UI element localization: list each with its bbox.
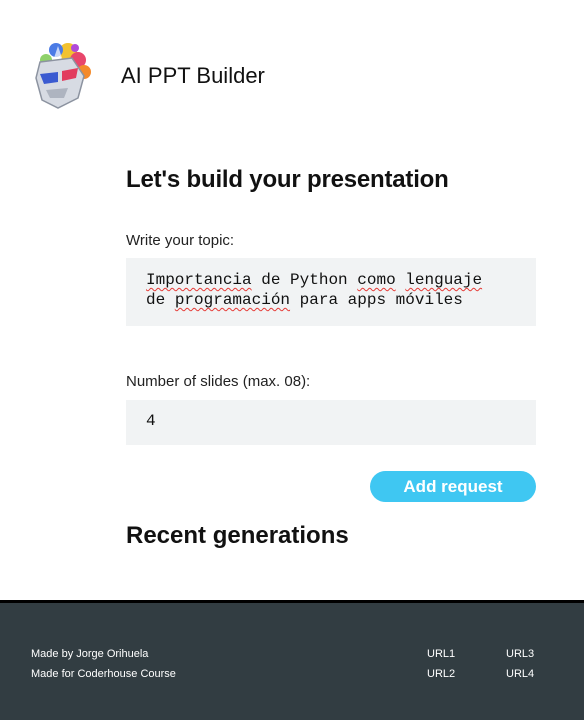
topic-word: programación (174, 291, 291, 309)
add-request-button[interactable]: Add request (370, 471, 536, 502)
app-title: AI PPT Builder (121, 63, 265, 88)
footer-link-url4[interactable]: URL4 (506, 668, 534, 680)
footer-link-url2[interactable]: URL2 (427, 668, 455, 680)
footer-link-url1[interactable]: URL1 (427, 648, 455, 660)
topic-word: para (299, 291, 339, 309)
topic-input[interactable]: Importancia de Python como lenguaje de p… (126, 258, 536, 326)
topic-label: Write your topic: (126, 232, 235, 249)
request-form: Let's build your presentation Write your… (126, 166, 536, 549)
topic-word: móviles (395, 291, 463, 309)
recent-generations-heading: Recent generations (126, 522, 349, 549)
slides-input[interactable]: 4 (126, 400, 536, 445)
colorful-mask-logo-icon (35, 43, 91, 109)
page-title: Let's build your presentation (126, 166, 449, 193)
footer: Made by Jorge Orihuela Made for Coderhou… (0, 600, 584, 720)
slides-label: Number of slides (max. 08): (126, 373, 311, 390)
footer-made-by: Made by Jorge Orihuela (31, 648, 149, 660)
topic-word: Python (290, 271, 348, 289)
footer-made-for: Made for Coderhouse Course (31, 668, 176, 680)
topic-word: lenguaje (405, 271, 483, 289)
topic-word: apps (347, 291, 387, 309)
topic-word: de (261, 271, 281, 289)
slides-value: 4 (146, 412, 156, 430)
footer-link-url3[interactable]: URL3 (506, 648, 534, 660)
header: AI PPT Builder (0, 0, 584, 150)
topic-word: de (146, 291, 166, 309)
topic-word: como (357, 271, 396, 289)
topic-word: Importancia (146, 271, 252, 289)
